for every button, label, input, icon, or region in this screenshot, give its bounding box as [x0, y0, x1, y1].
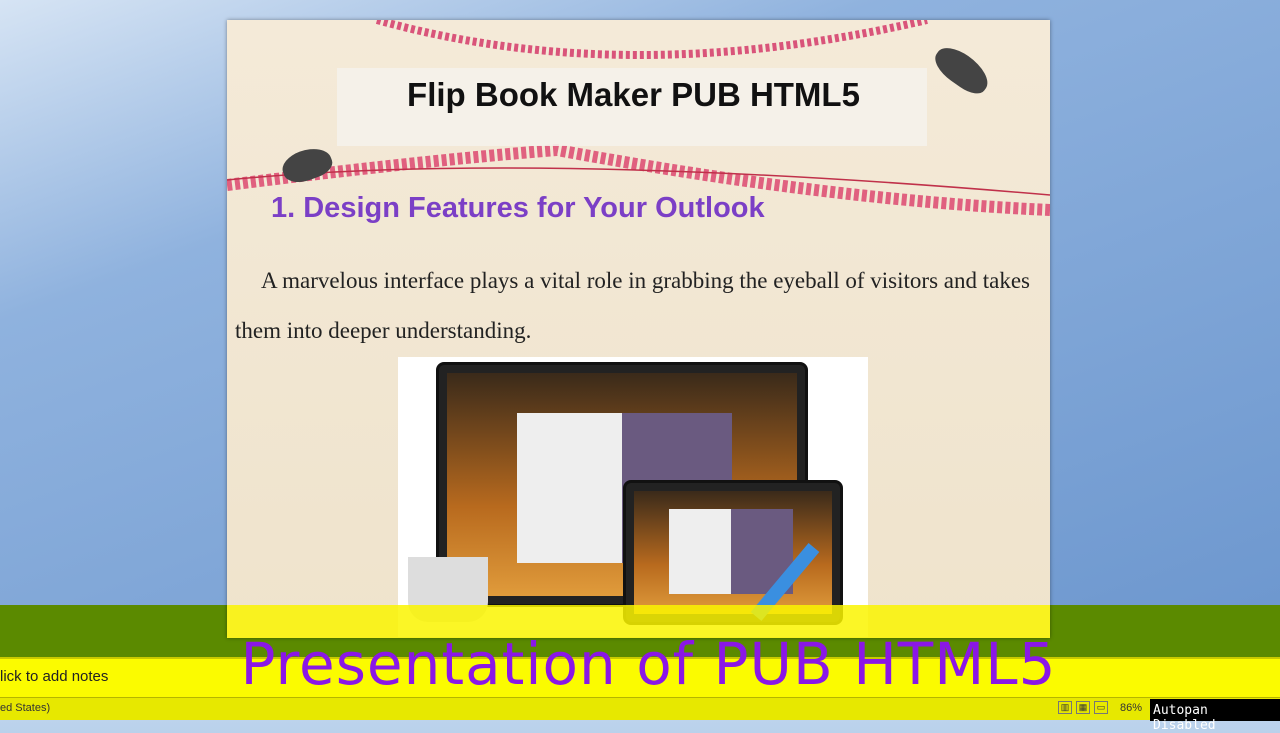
devices-image[interactable] — [398, 357, 868, 637]
slideshow-icon[interactable]: ▭ — [1094, 701, 1108, 714]
autopan-indicator: Autopan Disabled — [1150, 699, 1280, 733]
view-buttons: ▥ ▦ ▭ — [1058, 701, 1108, 714]
slide-body-text[interactable]: A marvelous interface plays a vital role… — [235, 256, 1035, 356]
slide[interactable]: Flip Book Maker PUB HTML5 1. Design Feat… — [227, 20, 1050, 638]
zoom-level[interactable]: 86% — [1120, 702, 1142, 714]
slide-heading[interactable]: 1. Design Features for Your Outlook — [271, 192, 765, 225]
notes-placeholder[interactable]: lick to add notes — [0, 668, 108, 685]
slide-sorter-icon[interactable]: ▦ — [1076, 701, 1090, 714]
normal-view-icon[interactable]: ▥ — [1058, 701, 1072, 714]
language-indicator[interactable]: ed States) — [0, 702, 50, 714]
status-bar: ed States) ▥ ▦ ▭ 86% Autopan Disabled — [0, 697, 1280, 733]
slide-title[interactable]: Flip Book Maker PUB HTML5 — [227, 76, 1040, 114]
presentation-caption: Presentation of PUB HTML5 — [240, 630, 1057, 698]
